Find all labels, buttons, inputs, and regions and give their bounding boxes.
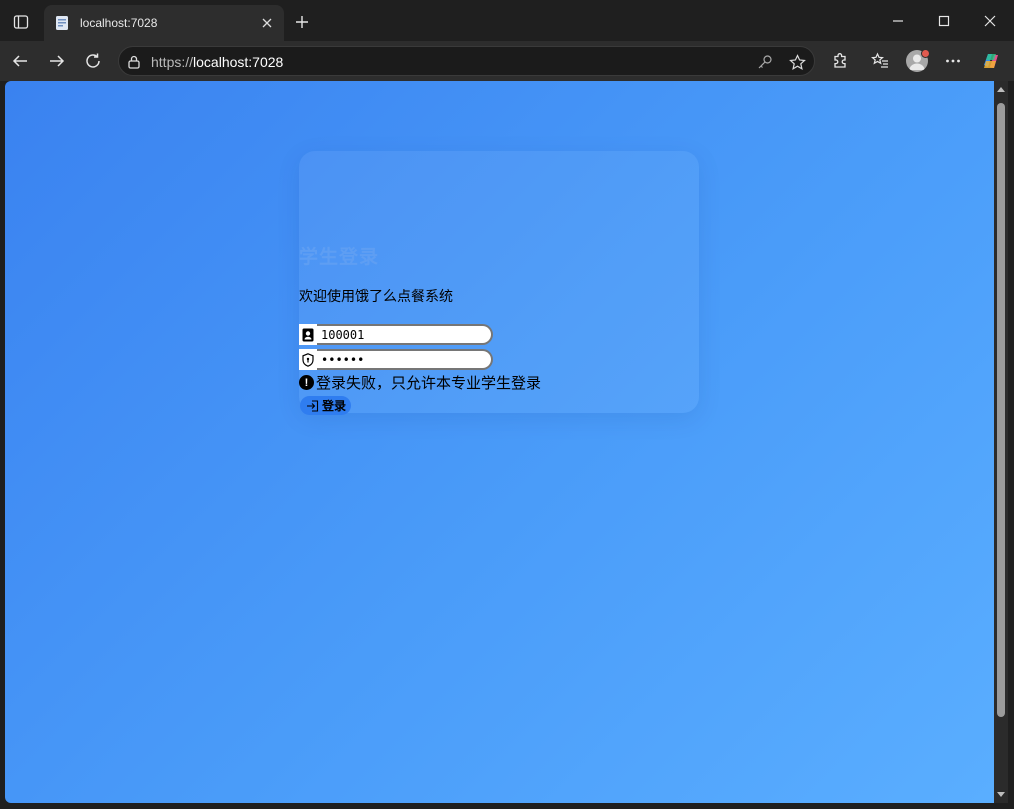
scrollbar-thumb[interactable] bbox=[997, 103, 1005, 717]
login-button[interactable]: 登录 bbox=[300, 396, 352, 415]
vertical-scrollbar[interactable] bbox=[994, 81, 1008, 803]
profile-notification-badge bbox=[921, 49, 930, 58]
url-text[interactable]: https://localhost:7028 bbox=[151, 54, 283, 70]
password-input[interactable]: •••••• bbox=[317, 349, 493, 370]
maximize-icon[interactable] bbox=[932, 10, 956, 32]
password-key-icon[interactable] bbox=[756, 53, 774, 71]
login-button-label: 登录 bbox=[322, 399, 347, 413]
id-card-icon bbox=[299, 324, 317, 345]
tab-bar: localhost:7028 bbox=[0, 0, 1014, 42]
scroll-down-arrow-icon[interactable] bbox=[996, 789, 1006, 799]
address-bar[interactable]: https://localhost:7028 bbox=[118, 46, 815, 76]
error-message: ! 登录失败，只允许本专业学生登录 bbox=[299, 372, 541, 393]
close-tab-icon[interactable] bbox=[258, 14, 276, 32]
back-icon[interactable] bbox=[8, 49, 32, 73]
tab-title: localhost:7028 bbox=[80, 16, 158, 30]
window-bottom-edge bbox=[0, 803, 1014, 809]
username-row: 100001 bbox=[299, 324, 493, 345]
username-input[interactable]: 100001 bbox=[317, 324, 493, 345]
favorites-icon[interactable] bbox=[869, 50, 891, 72]
page-favicon-icon bbox=[56, 16, 68, 30]
welcome-text: 欢迎使用饿了么点餐系统 bbox=[299, 288, 453, 304]
close-window-icon[interactable] bbox=[978, 10, 1002, 32]
url-scheme: https:// bbox=[151, 54, 194, 70]
password-row: •••••• bbox=[299, 349, 493, 370]
more-options-icon[interactable] bbox=[942, 50, 964, 72]
scroll-up-arrow-icon[interactable] bbox=[996, 85, 1006, 95]
error-text: 登录失败，只允许本专业学生登录 bbox=[316, 375, 542, 392]
page-title: 学生登录 bbox=[299, 247, 380, 268]
extensions-icon[interactable] bbox=[829, 50, 851, 72]
browser-toolbar: https://localhost:7028 bbox=[0, 41, 1014, 81]
copilot-icon[interactable] bbox=[980, 50, 1002, 72]
favorite-star-icon[interactable] bbox=[788, 53, 806, 71]
shield-icon bbox=[299, 349, 317, 370]
minimize-icon[interactable] bbox=[886, 10, 910, 32]
url-host: localhost:7028 bbox=[193, 54, 284, 70]
sign-in-icon bbox=[307, 399, 319, 412]
lock-icon[interactable] bbox=[126, 54, 142, 70]
forward-icon[interactable] bbox=[45, 49, 69, 73]
new-tab-icon[interactable] bbox=[290, 10, 314, 34]
tab-actions-icon[interactable] bbox=[8, 9, 34, 35]
page-viewport: 学生登录 欢迎使用饿了么点餐系统 100001 •••••• ! 登录失败，只允… bbox=[5, 81, 994, 803]
error-alert-icon: ! bbox=[299, 375, 314, 390]
refresh-icon[interactable] bbox=[81, 49, 105, 73]
browser-tab[interactable]: localhost:7028 bbox=[44, 5, 284, 41]
